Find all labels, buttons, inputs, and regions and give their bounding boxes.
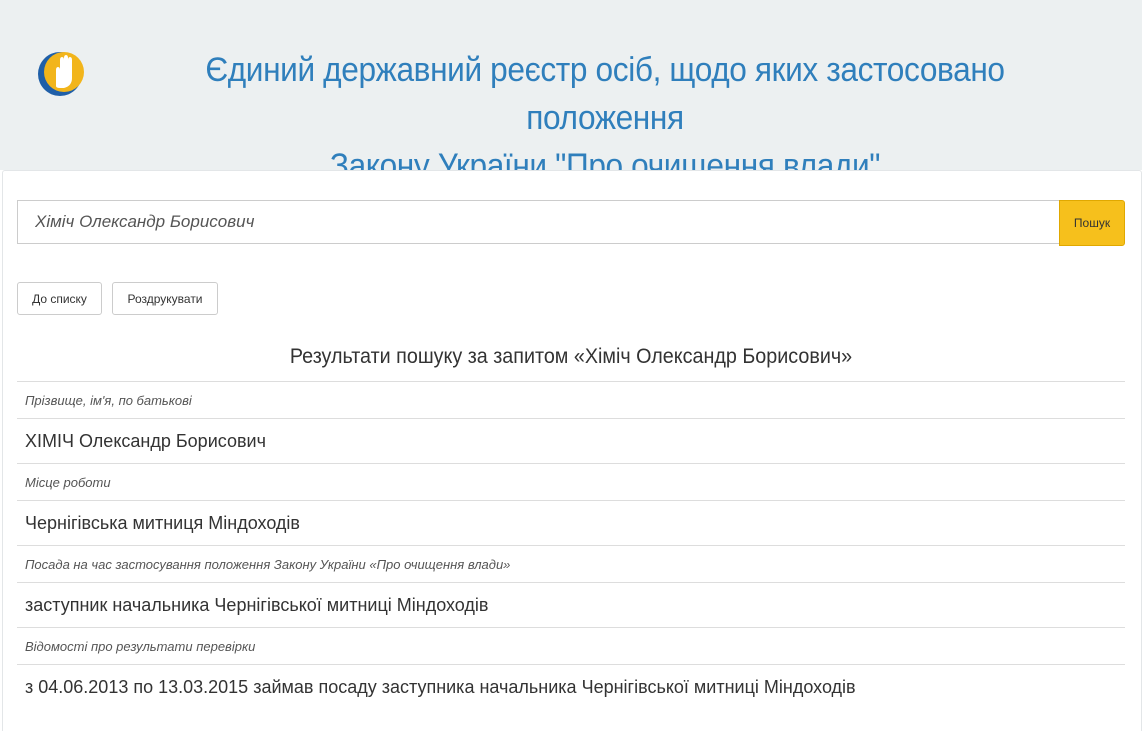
search-button[interactable]: Пошук [1059,200,1125,246]
field-label-position: Посада на час застосування положення Зак… [17,545,1125,582]
field-label-full-name: Прізвище, ім'я, по батькові [17,381,1125,418]
results-table: Прізвище, ім'я, по батькові ХІМІЧ Олекса… [17,381,1125,709]
page-header: Єдиний державний реєстр осіб, щодо яких … [0,0,1142,185]
position-label: Посада на час застосування положення Зак… [25,556,511,572]
results-title: Результати пошуку за запитом «Хіміч Олек… [289,345,853,368]
field-value-position: заступник начальника Чернігівської митни… [17,582,1125,627]
field-value-full-name: ХІМІЧ Олександр Борисович [17,418,1125,463]
print-button[interactable]: Роздрукувати [112,282,218,315]
field-label-check-results: Відомості про результати перевірки [17,627,1125,664]
full-name-label: Прізвище, ім'я, по батькові [25,392,192,408]
full-name-value: ХІМІЧ Олександр Борисович [25,430,266,451]
check-results-label: Відомості про результати перевірки [25,638,256,654]
page-title-line-1: Єдиний державний реєстр осіб, щодо яких … [205,51,1005,137]
check-results-value: з 04.06.2013 по 13.03.2015 займав посаду… [25,676,856,697]
field-value-workplace: Чернігівська митниця Міндоходів [17,500,1125,545]
search-input[interactable] [17,200,1059,244]
page-title: Єдиний державний реєстр осіб, щодо яких … [126,46,1084,190]
raised-hand-logo-icon [38,52,84,96]
position-value: заступник начальника Чернігівської митни… [25,594,489,615]
workplace-value: Чернігівська митниця Міндоходів [25,512,300,533]
field-label-workplace: Місце роботи [17,463,1125,500]
back-to-list-button[interactable]: До списку [17,282,102,315]
field-value-check-results: з 04.06.2013 по 13.03.2015 займав посаду… [17,664,1125,709]
workplace-label: Місце роботи [25,474,111,490]
